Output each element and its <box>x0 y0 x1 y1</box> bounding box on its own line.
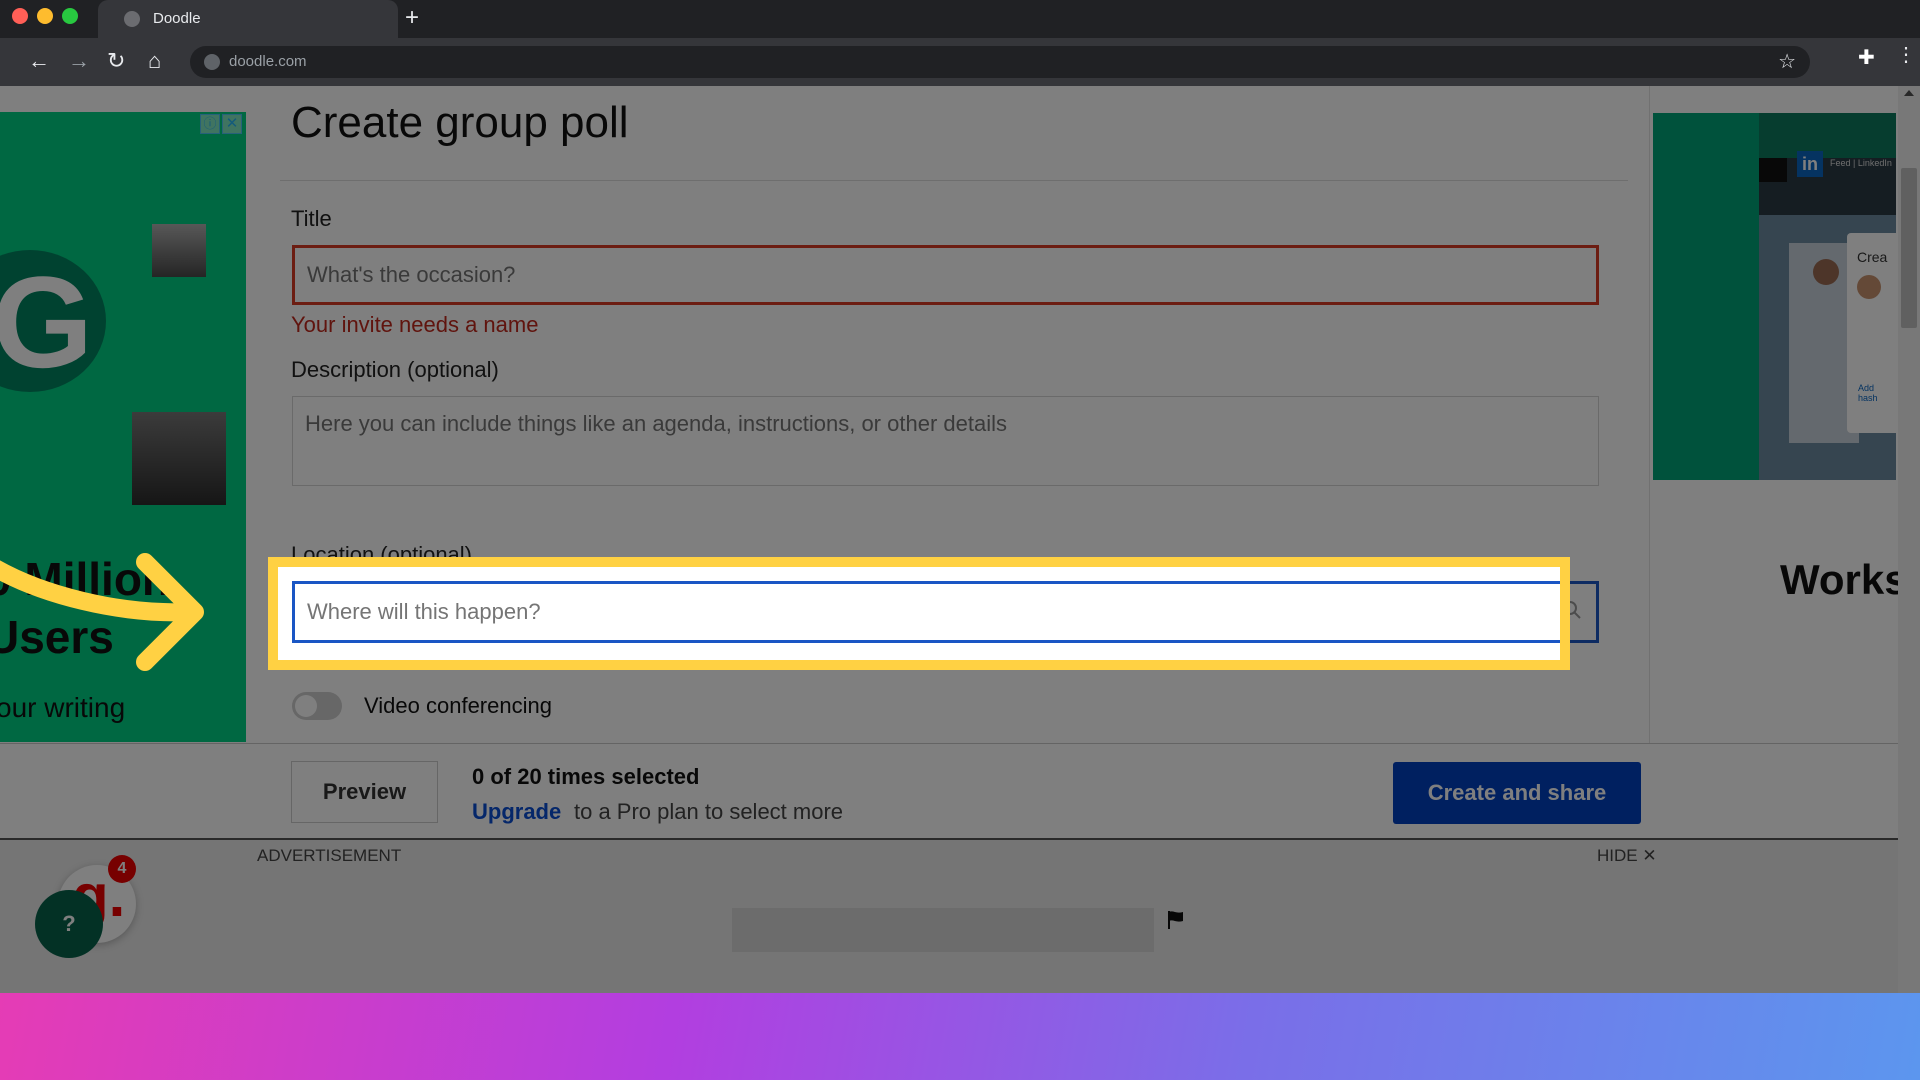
ad-placeholder[interactable] <box>732 908 1154 952</box>
pointer-arrow-icon <box>0 553 204 671</box>
ad-card-avatar <box>1857 275 1881 299</box>
ad-card-title: Crea <box>1857 249 1888 265</box>
right-advertisement[interactable]: in Feed | LinkedIn Crea Add hash <box>1653 113 1896 480</box>
extensions-icon[interactable]: ✚ <box>1858 45 1875 70</box>
browser-tab-bar: Doodle + <box>0 0 1920 38</box>
window-maximize-button[interactable] <box>62 8 78 24</box>
site-info-icon[interactable] <box>204 54 220 70</box>
new-tab-button[interactable]: + <box>405 4 419 32</box>
ad-close-icon[interactable]: ✕ <box>222 114 242 134</box>
toggle-knob <box>295 695 317 717</box>
location-input[interactable] <box>307 584 1557 640</box>
url-text: doodle.com <box>229 53 307 70</box>
upgrade-link[interactable]: Upgrade <box>472 799 561 825</box>
preview-button[interactable]: Preview <box>291 761 438 823</box>
location-label: Location (optional) <box>291 542 473 567</box>
ad-photo-person <box>132 412 226 505</box>
reload-icon[interactable]: ↻ <box>107 47 125 75</box>
browser-menu-icon[interactable]: ⋮ <box>1896 43 1916 67</box>
ad-right-headline: Works <box>1780 556 1908 603</box>
background-gradient <box>0 993 1920 1080</box>
title-label: Title <box>291 206 332 231</box>
forward-icon[interactable]: → <box>68 47 90 75</box>
globe-icon <box>124 11 140 27</box>
window-close-button[interactable] <box>12 8 28 24</box>
ad-info-icon[interactable]: ⓘ <box>200 114 220 134</box>
doodle-page: G ⓘ ✕ 0 Million Users our writing Create… <box>0 86 1920 993</box>
location-field[interactable] <box>292 581 1599 643</box>
scroll-up-arrow-icon[interactable] <box>1904 90 1914 96</box>
advertisement-label: ADVERTISEMENT <box>257 846 402 865</box>
tab-title: Doodle <box>153 10 201 27</box>
ad-screenshot-tab <box>1759 158 1787 182</box>
poll-action-bar: Preview 0 of 20 times selected Upgrade t… <box>0 743 1898 840</box>
title-input[interactable] <box>292 245 1599 305</box>
window-minimize-button[interactable] <box>37 8 53 24</box>
page-title: Create group poll <box>291 98 629 147</box>
browser-toolbar: ← → ↻ ⌂ doodle.com ☆ ✚ ⋮ <box>0 38 1920 86</box>
bottom-ad-strip: ADVERTISEMENT HIDE ✕ g. 4 ? <box>0 840 1898 993</box>
ad-card-link: Add hash <box>1858 383 1878 403</box>
flag-icon[interactable] <box>1167 910 1185 930</box>
ad-subtext: our writing <box>0 692 126 723</box>
description-input[interactable] <box>292 396 1599 486</box>
heading-divider <box>280 180 1628 181</box>
times-selected-count: 0 of 20 times selected <box>472 764 700 789</box>
linkedin-logo-icon: in <box>1797 151 1823 177</box>
column-divider <box>1649 86 1650 743</box>
ad-brand-text: Feed | LinkedIn <box>1830 158 1892 168</box>
page-scrollbar[interactable] <box>1898 86 1920 993</box>
browser-tab[interactable]: Doodle <box>98 0 398 38</box>
upgrade-description: to a Pro plan to select more <box>574 799 844 824</box>
create-and-share-button[interactable]: Create and share <box>1393 762 1641 824</box>
ad-photo-person <box>152 224 206 277</box>
back-icon[interactable]: ← <box>28 47 50 75</box>
notification-badge: 4 <box>108 855 136 883</box>
bookmark-star-icon[interactable]: ☆ <box>1778 49 1796 74</box>
help-button[interactable]: ? <box>35 890 103 958</box>
scrollbar-thumb[interactable] <box>1901 168 1917 328</box>
search-icon[interactable] <box>1562 600 1582 620</box>
ad-profile-avatar <box>1813 259 1839 285</box>
title-error-message: Your invite needs a name <box>291 312 539 337</box>
video-conferencing-label: Video conferencing <box>364 693 552 718</box>
address-bar[interactable]: doodle.com ☆ <box>190 46 1810 78</box>
description-label: Description (optional) <box>291 357 499 382</box>
home-icon[interactable]: ⌂ <box>148 47 161 75</box>
ad-logo-icon: G <box>0 249 94 395</box>
hide-ad-button[interactable]: HIDE ✕ <box>1597 846 1657 866</box>
video-conferencing-toggle[interactable] <box>292 692 342 720</box>
